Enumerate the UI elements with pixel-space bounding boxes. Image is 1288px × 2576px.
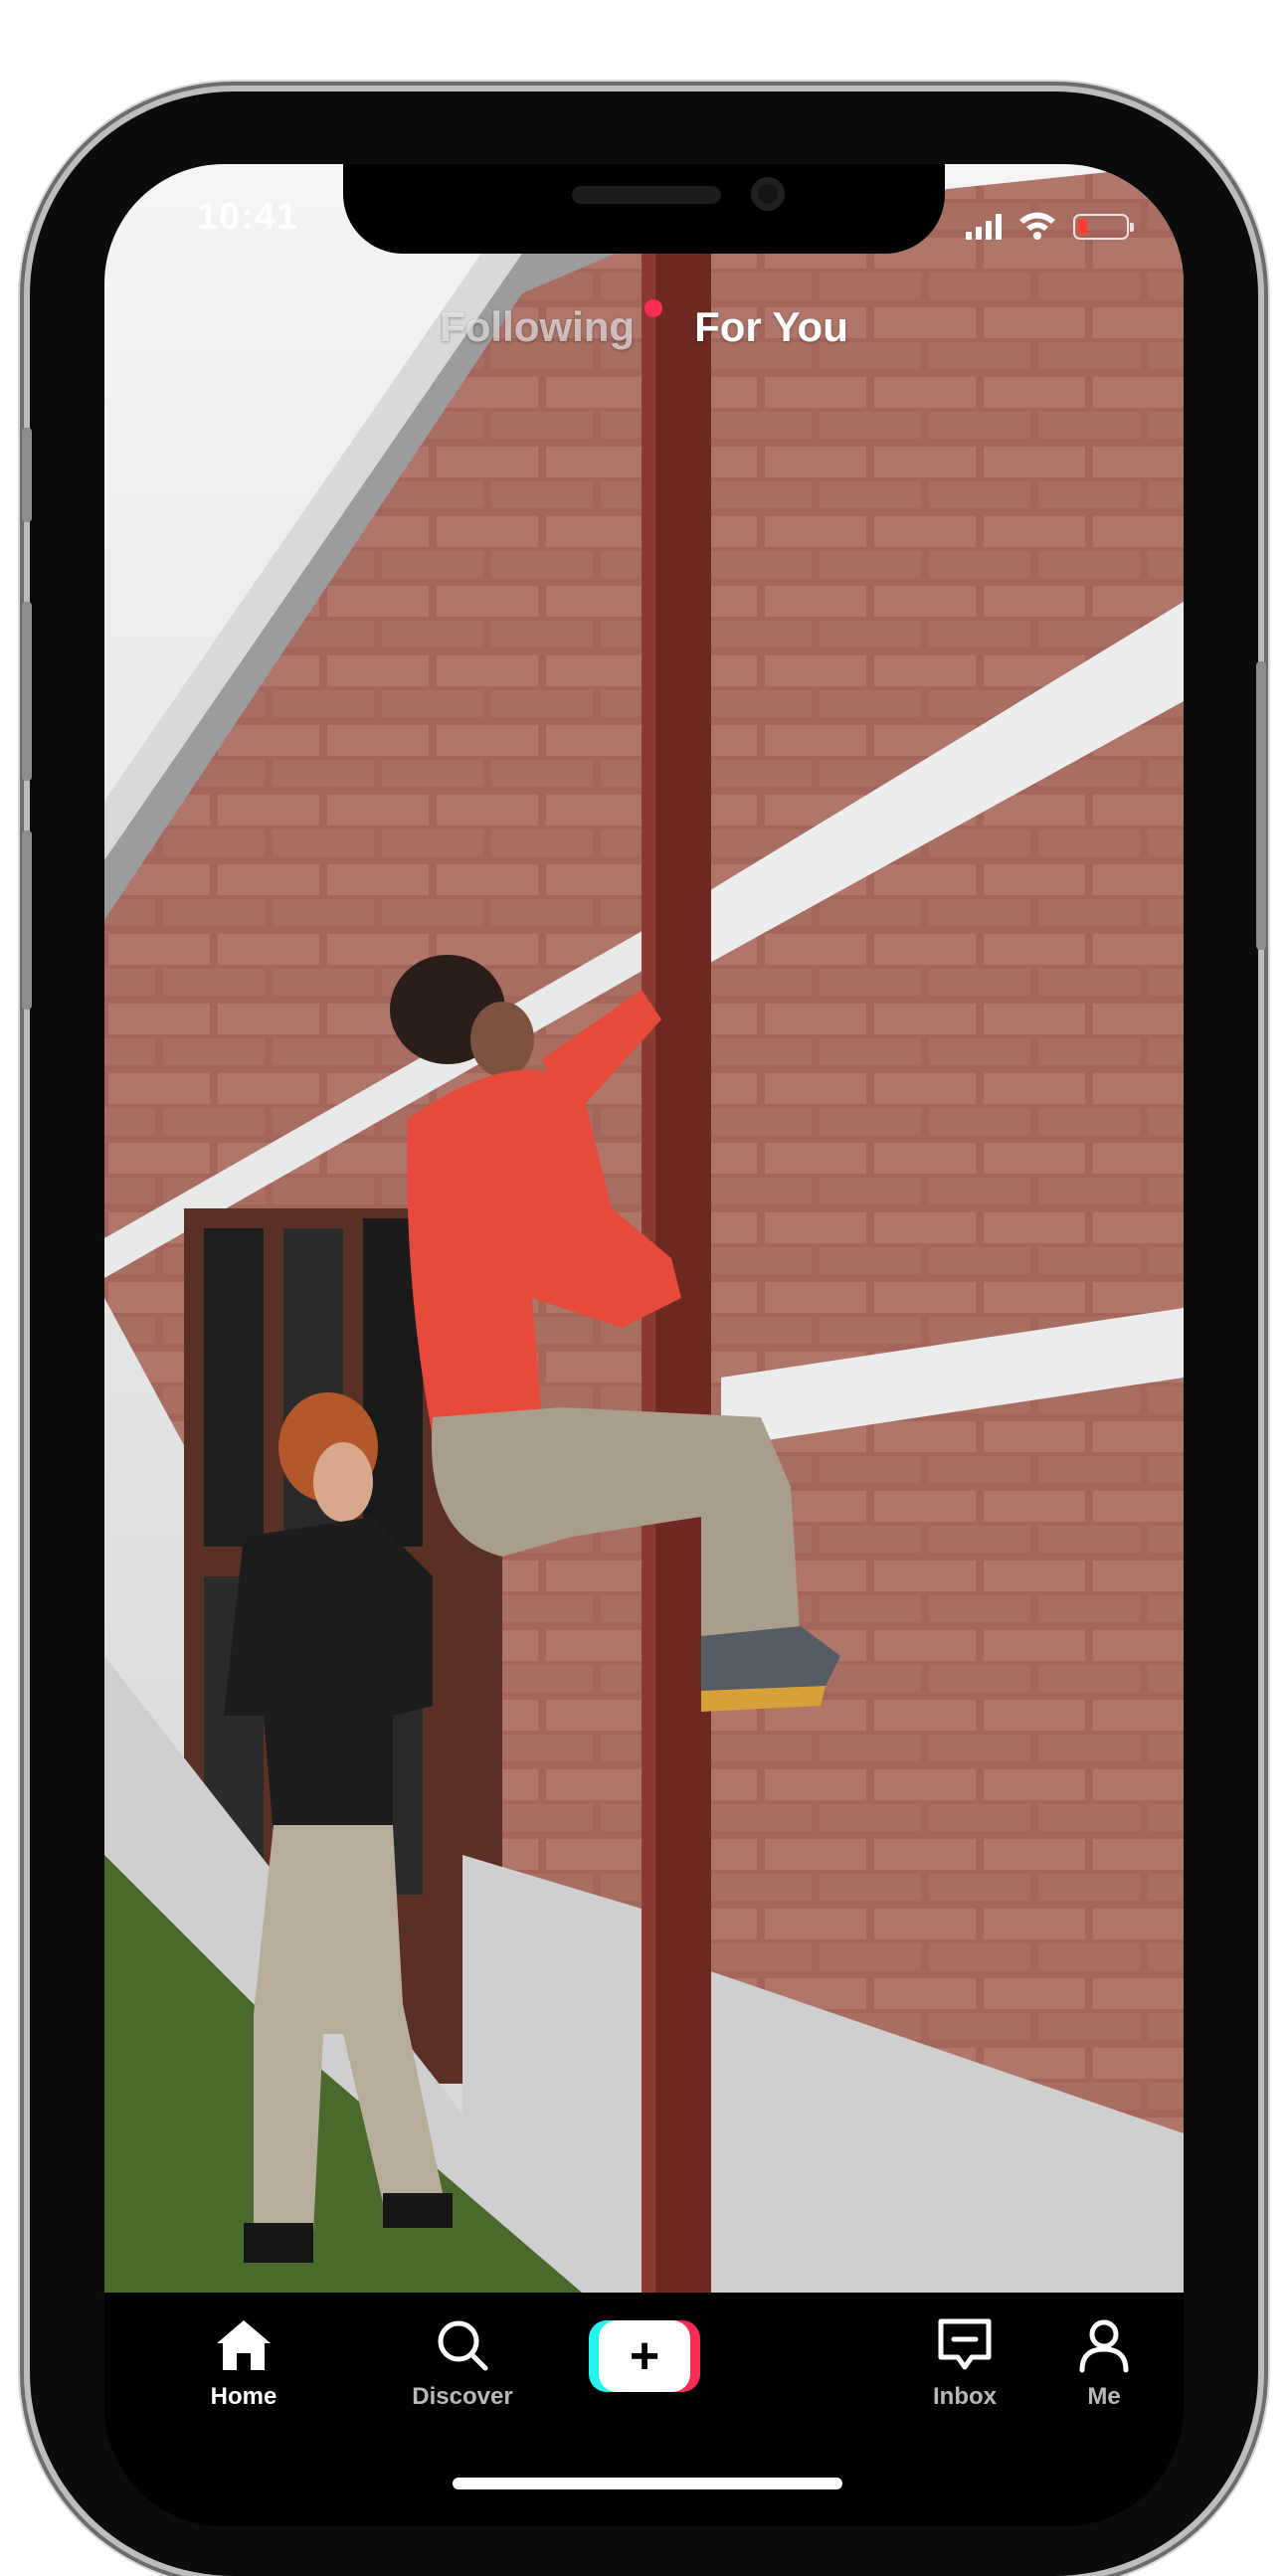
nav-home-label: Home <box>210 2383 277 2410</box>
feed-tabs: Following For You <box>104 299 1184 351</box>
status-icons <box>966 200 1134 240</box>
nav-inbox[interactable]: Inbox <box>885 2317 1044 2411</box>
bottom-nav-bar: Home Discover + Inbox Me <box>104 2293 1184 2526</box>
home-indicator[interactable] <box>453 2478 842 2489</box>
plus-icon: + <box>599 2320 690 2392</box>
silent-switch <box>22 428 32 522</box>
video-player[interactable] <box>104 164 1184 2293</box>
notification-dot <box>644 299 663 317</box>
nav-me[interactable]: Me <box>1024 2317 1184 2411</box>
status-time: 10:41 <box>197 196 299 238</box>
profile-icon <box>1079 2319 1129 2373</box>
home-icon <box>217 2320 271 2370</box>
search-icon <box>438 2320 488 2371</box>
inbox-icon <box>938 2318 992 2370</box>
notch <box>343 164 945 254</box>
nav-me-label: Me <box>1087 2383 1121 2410</box>
front-camera <box>751 177 785 211</box>
nav-inbox-label: Inbox <box>933 2383 997 2410</box>
volume-down-button <box>22 830 32 1010</box>
cellular-signal-icon <box>966 214 1002 240</box>
nav-discover[interactable]: Discover <box>383 2317 542 2411</box>
earpiece-speaker <box>572 186 721 204</box>
screen: 10:41 Following For You Home Discover + … <box>104 164 1184 2526</box>
power-button <box>1256 661 1266 950</box>
nav-discover-label: Discover <box>412 2383 513 2410</box>
tab-for-you[interactable]: For You <box>694 303 848 351</box>
battery-level <box>1078 219 1087 235</box>
create-button[interactable]: + <box>589 2320 700 2392</box>
volume-up-button <box>22 602 32 781</box>
tab-following[interactable]: Following <box>440 299 663 351</box>
battery-icon <box>1073 214 1134 240</box>
tab-for-you-label: For You <box>694 303 848 350</box>
nav-home[interactable]: Home <box>164 2317 323 2411</box>
tab-following-label: Following <box>440 303 636 350</box>
wifi-icon <box>1019 212 1055 240</box>
